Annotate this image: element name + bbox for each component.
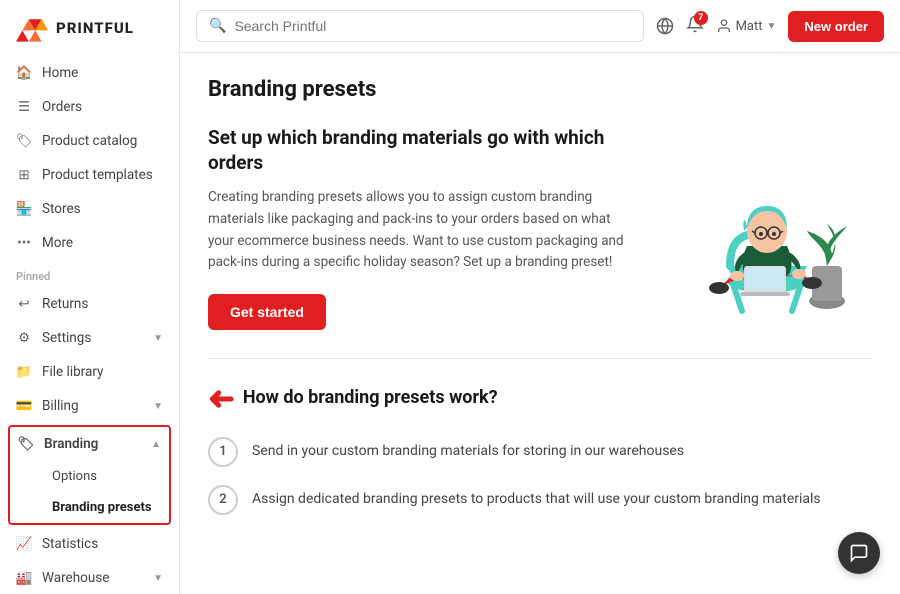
main-area: 🔍 7 Matt ▼ New order Branding presets — [180, 0, 900, 594]
more-icon: ••• — [16, 235, 32, 251]
step-1-text: Send in your custom branding materials f… — [252, 437, 684, 462]
printful-logo-icon — [16, 14, 48, 42]
sidebar-item-label: Warehouse — [42, 570, 109, 586]
sidebar-item-branding[interactable]: 🏷 Branding ▲ — [10, 427, 169, 461]
arrow-icon: ➜ — [208, 379, 235, 417]
globe-button[interactable] — [656, 17, 674, 35]
sidebar-item-label: Statistics — [42, 536, 98, 552]
chart-icon: 📈 — [16, 536, 32, 552]
sidebar-item-branding-presets[interactable]: Branding presets — [10, 492, 169, 523]
sidebar-item-statistics[interactable]: 📈 Statistics — [0, 527, 179, 561]
logo: PRINTFUL — [0, 0, 179, 56]
sidebar-item-orders[interactable]: ☰ Orders — [0, 90, 179, 124]
sidebar-item-options[interactable]: Options — [10, 461, 169, 492]
chevron-down-icon: ▼ — [153, 401, 163, 412]
search-bar[interactable]: 🔍 — [196, 10, 644, 42]
orders-icon: ☰ — [16, 99, 32, 115]
search-input[interactable] — [234, 18, 630, 34]
home-icon: 🏠 — [16, 65, 32, 81]
sidebar-item-label: Product catalog — [42, 133, 137, 149]
sidebar-item-billing[interactable]: 💳 Billing ▼ — [0, 389, 179, 423]
sidebar-sub-label: Options — [52, 469, 97, 484]
step-1: 1 Send in your custom branding materials… — [208, 437, 872, 467]
hero-description: Creating branding presets allows you to … — [208, 187, 632, 273]
search-icon: 🔍 — [209, 18, 226, 34]
sidebar: PRINTFUL 🏠 Home ☰ Orders 🏷 Product catal… — [0, 0, 180, 594]
page-title: Branding presets — [208, 77, 872, 102]
sidebar-item-file-library[interactable]: 📁 File library — [0, 355, 179, 389]
sidebar-navigation: 🏠 Home ☰ Orders 🏷 Product catalog ⊞ Prod… — [0, 56, 179, 594]
sidebar-item-warehouse[interactable]: 🏭 Warehouse ▼ — [0, 561, 179, 594]
chat-button[interactable] — [838, 532, 880, 574]
hero-illustration — [652, 126, 872, 326]
sidebar-item-label: Home — [42, 65, 78, 81]
sidebar-item-label: Billing — [42, 398, 79, 414]
sidebar-item-product-templates[interactable]: ⊞ Product templates — [0, 158, 179, 192]
sidebar-item-settings[interactable]: ⚙ Settings ▼ — [0, 321, 179, 355]
branding-section: 🏷 Branding ▲ Options Branding presets — [8, 425, 171, 525]
branding-icon: 🏷 — [18, 436, 34, 452]
pinned-label: Pinned — [0, 260, 179, 287]
sidebar-item-product-catalog[interactable]: 🏷 Product catalog — [0, 124, 179, 158]
step-1-number: 1 — [208, 437, 238, 467]
sidebar-item-label: Stores — [42, 201, 81, 217]
return-icon: ↩ — [16, 296, 32, 312]
sidebar-item-more[interactable]: ••• More — [0, 226, 179, 260]
warehouse-icon: 🏭 — [16, 570, 32, 586]
sidebar-item-label: Product templates — [42, 167, 153, 183]
sidebar-item-label: More — [42, 235, 73, 251]
store-icon: 🏪 — [16, 201, 32, 217]
user-chevron-icon: ▼ — [767, 21, 777, 32]
tag-icon: 🏷 — [16, 133, 32, 149]
sidebar-item-label: File library — [42, 364, 103, 380]
new-order-button[interactable]: New order — [788, 11, 884, 42]
hero-section: Set up which branding materials go with … — [208, 126, 872, 330]
topbar-actions: 7 Matt ▼ New order — [656, 11, 884, 42]
sidebar-item-label: Orders — [42, 99, 82, 115]
step-2: 2 Assign dedicated branding presets to p… — [208, 485, 872, 515]
user-name: Matt — [736, 19, 763, 34]
notification-badge: 7 — [694, 11, 708, 25]
sidebar-item-home[interactable]: 🏠 Home — [0, 56, 179, 90]
chevron-down-icon: ▼ — [153, 333, 163, 344]
get-started-button[interactable]: Get started — [208, 294, 326, 330]
how-section-header: ➜ How do branding presets work? — [208, 379, 872, 417]
sidebar-item-returns[interactable]: ↩ Returns — [0, 287, 179, 321]
sidebar-item-label: Returns — [42, 296, 88, 312]
sidebar-sub-label: Branding presets — [52, 500, 152, 515]
grid-icon: ⊞ — [16, 167, 32, 183]
sidebar-item-label: Branding — [44, 436, 98, 452]
steps-list: 1 Send in your custom branding materials… — [208, 437, 872, 515]
chevron-up-icon: ▲ — [151, 439, 161, 450]
logo-text: PRINTFUL — [56, 19, 134, 37]
settings-icon: ⚙ — [16, 330, 32, 346]
step-2-text: Assign dedicated branding presets to pro… — [252, 485, 821, 510]
topbar: 🔍 7 Matt ▼ New order — [180, 0, 900, 53]
section-divider — [208, 358, 872, 359]
user-menu[interactable]: Matt ▼ — [716, 18, 777, 34]
sidebar-item-label: Settings — [42, 330, 91, 346]
hero-heading: Set up which branding materials go with … — [208, 126, 632, 175]
hero-text: Set up which branding materials go with … — [208, 126, 632, 330]
how-section-title: How do branding presets work? — [243, 387, 498, 408]
billing-icon: 💳 — [16, 398, 32, 414]
notifications-button[interactable]: 7 — [686, 15, 704, 37]
content-area: Branding presets Set up which branding m… — [180, 53, 900, 594]
chevron-down-icon: ▼ — [153, 573, 163, 584]
sidebar-item-stores[interactable]: 🏪 Stores — [0, 192, 179, 226]
step-2-number: 2 — [208, 485, 238, 515]
file-icon: 📁 — [16, 364, 32, 380]
